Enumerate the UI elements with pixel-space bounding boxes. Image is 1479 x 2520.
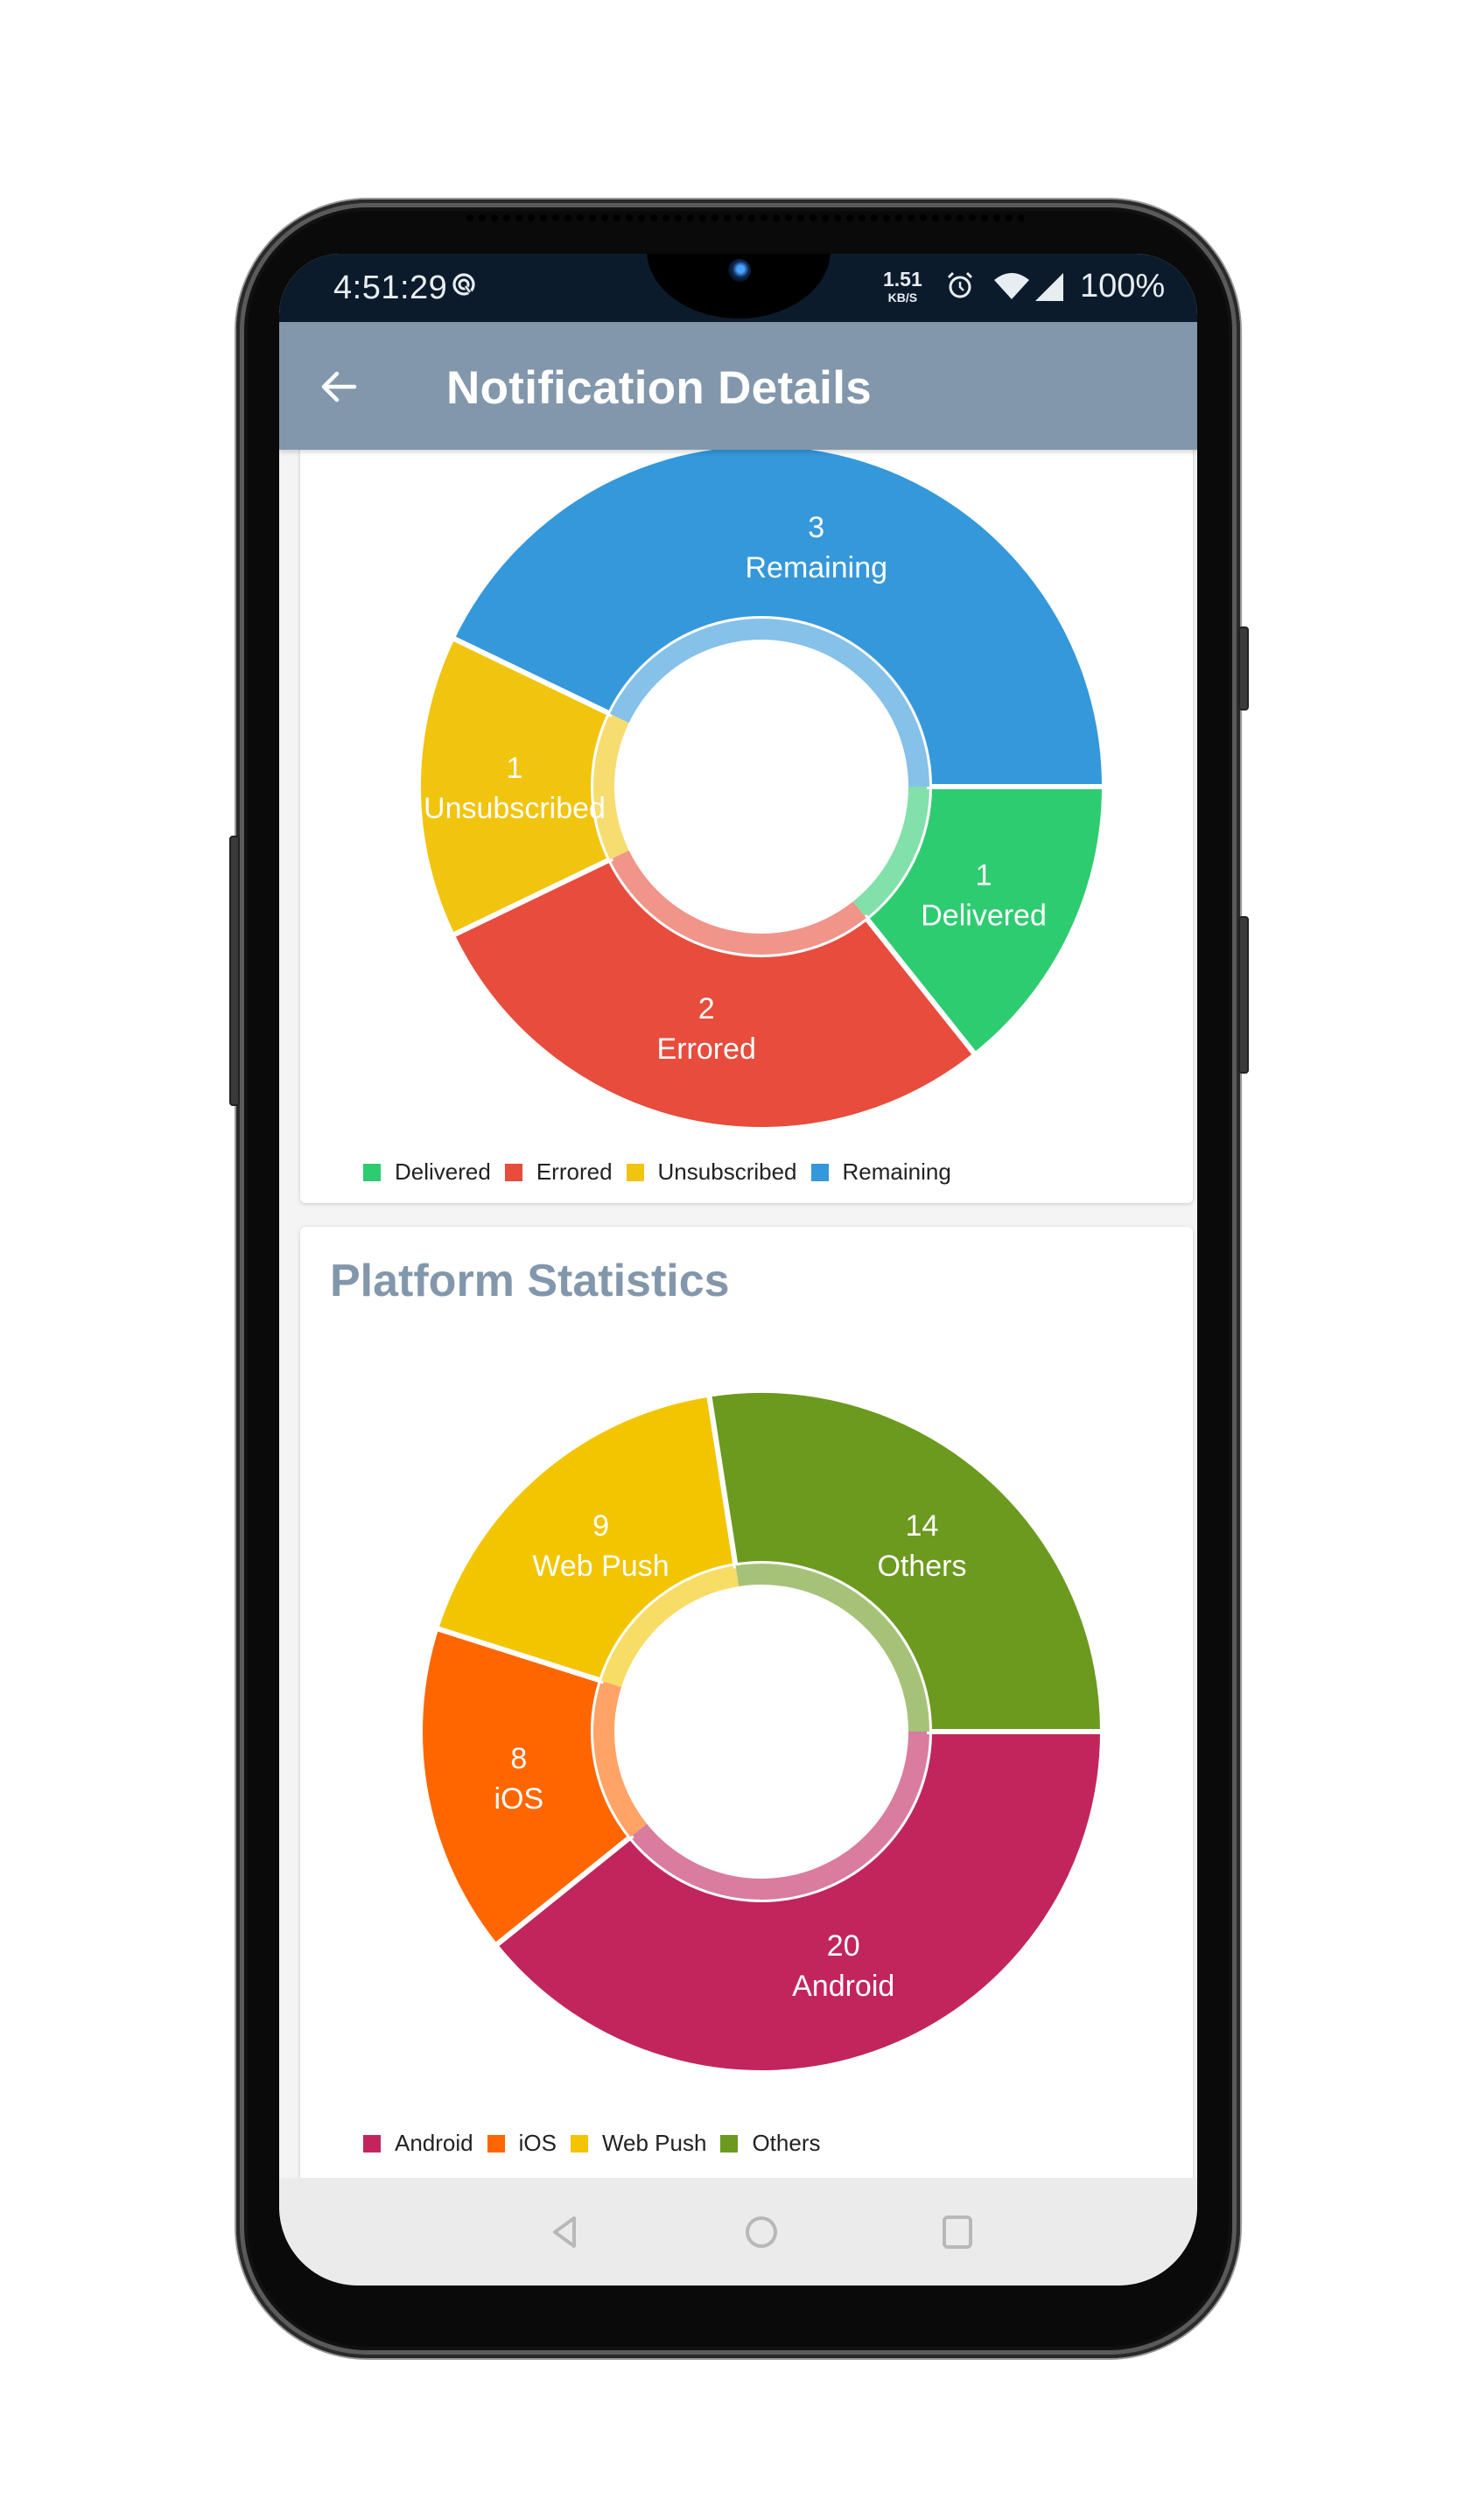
platform-donut-chart: 20 Android 8 iOS 9 Web Push 14 Others (417, 1388, 1106, 2076)
alarm-icon (947, 271, 973, 298)
legend-swatch (363, 1163, 381, 1181)
legend-item-errored[interactable]: Errored (504, 1158, 613, 1186)
legend-swatch (487, 2134, 505, 2152)
slice-value-label: 8 (510, 1742, 527, 1775)
screen: 4:51:29 1.51 KB/S 100% Notification Deta (279, 254, 1197, 2286)
nav-home-icon[interactable] (742, 2213, 781, 2251)
platform-chart-legend: Android iOS Web Push Others (363, 2130, 834, 2157)
legend-item-android[interactable]: Android (363, 2130, 473, 2157)
status-bar: 4:51:29 1.51 KB/S 100% (279, 254, 1197, 322)
legend-swatch (810, 1163, 829, 1181)
legend-label: Android (395, 2130, 473, 2156)
content-scroll[interactable]: 1 Delivered 2 Errored 1 Unsubscribed 3 Remainin… (279, 450, 1197, 2178)
power-button (1238, 916, 1249, 1074)
slice-value-label: 3 (808, 511, 824, 544)
camera-notch (647, 254, 831, 318)
legend-item-web-push[interactable]: Web Push (570, 2130, 707, 2157)
donut-hole (614, 640, 908, 934)
slice-value-label: 9 (592, 1509, 609, 1543)
legend-swatch (363, 2134, 381, 2152)
legend-swatch (720, 2134, 739, 2152)
legend-swatch (626, 1163, 644, 1181)
platform-stats-card: Platform Statistics 20 Android 8 iOS 9 Web Pu… (300, 1227, 1193, 2178)
navigation-bar (279, 2178, 1197, 2286)
slice-value-label: 1 (976, 858, 992, 892)
wifi-icon (994, 273, 1029, 299)
legend-swatch (504, 1163, 522, 1181)
network-speed-unit: KB/S (887, 290, 918, 304)
legend-item-remaining[interactable]: Remaining (810, 1158, 951, 1186)
slice-name-label: Android (792, 1970, 894, 2003)
legend-label: Unsubscribed (657, 1158, 797, 1185)
data-saver-icon (452, 273, 475, 296)
donut-hole (614, 1585, 908, 1879)
legend-label: Web Push (601, 2130, 707, 2156)
nav-back-icon[interactable] (546, 2213, 585, 2251)
slice-name-label: Others (877, 1550, 966, 1583)
speaker-grille (464, 214, 1024, 222)
network-speed-value: 1.51 (883, 268, 922, 290)
status-time: 4:51:29 (333, 270, 448, 306)
cellular-signal-icon (1035, 273, 1063, 301)
delivery-chart-legend: Delivered Errored Unsubscribed Remaining (363, 1158, 965, 1186)
slice-name-label: Web Push (532, 1550, 669, 1583)
front-camera (728, 259, 751, 282)
slice-value-label: 2 (698, 992, 715, 1026)
alert-slider (1238, 626, 1249, 710)
legend-item-others[interactable]: Others (720, 2130, 820, 2157)
legend-item-unsubscribed[interactable]: Unsubscribed (626, 1158, 797, 1186)
page-title: Notification Details (446, 362, 873, 414)
legend-label: Errored (536, 1158, 613, 1185)
legend-label: Remaining (842, 1158, 951, 1185)
slice-value-label: 14 (906, 1509, 939, 1543)
arrow-left-icon[interactable] (314, 360, 367, 413)
delivery-stats-card: 1 Delivered 2 Errored 1 Unsubscribed 3 Remainin… (300, 450, 1193, 1203)
slice-name-label: Unsubscribed (424, 792, 606, 825)
slice-value-label: 20 (827, 1929, 860, 1963)
slice-value-label: 1 (507, 752, 523, 785)
slice-name-label: Delivered (921, 899, 1047, 932)
legend-swatch (570, 2134, 588, 2152)
slice-name-label: iOS (494, 1782, 543, 1816)
legend-label: Delivered (395, 1158, 491, 1185)
slice-name-label: Remaining (745, 551, 887, 584)
nav-recents-icon[interactable] (938, 2213, 977, 2251)
battery-level: 100% (1080, 268, 1166, 304)
volume-button (229, 836, 240, 1106)
app-bar: Notification Details (279, 322, 1197, 450)
network-speed: 1.51 KB/S (883, 270, 922, 304)
slice-name-label: Errored (657, 1032, 756, 1066)
legend-label: iOS (518, 2130, 557, 2156)
legend-item-delivered[interactable]: Delivered (363, 1158, 491, 1186)
delivery-donut-chart: 1 Delivered 2 Errored 1 Unsubscribed 3 Remainin… (416, 450, 1108, 1132)
legend-label: Others (752, 2130, 821, 2156)
legend-item-ios[interactable]: iOS (487, 2130, 557, 2157)
